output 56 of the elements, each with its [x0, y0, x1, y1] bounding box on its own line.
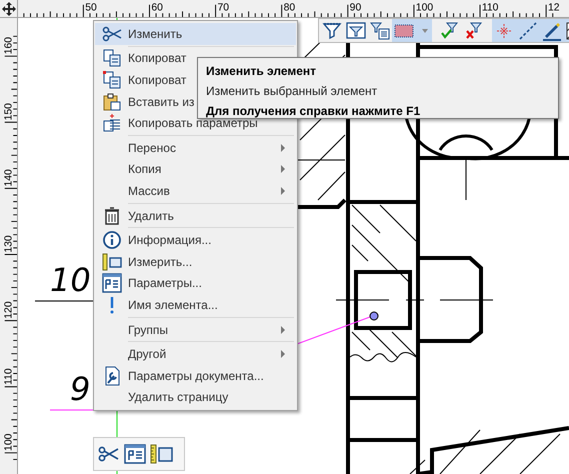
dimension-text: 10 [50, 261, 91, 299]
menu-item[interactable]: Копия [95, 158, 296, 180]
list-icon [102, 113, 122, 134]
ruler-label: 110 [3, 368, 14, 385]
ruler-label: 80 [284, 2, 296, 14]
menu-item[interactable]: Группы [95, 318, 296, 340]
menu-item[interactable]: Массив [95, 180, 296, 202]
menu-item[interactable]: Другой [95, 343, 296, 365]
scissors-icon[interactable] [98, 445, 120, 463]
menu-item[interactable]: Удалить [95, 204, 296, 226]
menu-item[interactable]: Имя элемента... [95, 294, 296, 316]
ruler-label: 100 [416, 2, 434, 14]
menu-item[interactable]: Удалить страницу [95, 386, 296, 408]
funnel-check-icon [440, 20, 460, 40]
ruler-label: 70 [217, 2, 230, 14]
move-icon[interactable] [2, 2, 16, 16]
paste-icon [102, 92, 122, 112]
ruler-label: 90 [350, 2, 362, 14]
panel-icon[interactable] [124, 444, 146, 464]
tooltip-hint: Для получения справки нажмите F1 [206, 103, 422, 119]
ruler-label: 60 [151, 2, 163, 14]
tooltip-text: Изменить выбранный элемент [206, 83, 378, 99]
funnel-list-icon [370, 20, 390, 40]
ruler-icon[interactable] [150, 444, 174, 464]
ruler-label: 100 [3, 434, 14, 451]
ruler-label: 110 [482, 2, 498, 14]
ruler-label: 160 [3, 36, 14, 54]
ruler-label: 150 [3, 103, 14, 120]
menu-item[interactable]: Параметры... [95, 272, 296, 294]
ruler-label: 50 [85, 2, 97, 14]
toolbar-button[interactable] [540, 19, 564, 42]
ruler-icon [102, 252, 122, 272]
panel-icon [102, 273, 122, 294]
dimension-text: 9 [70, 370, 90, 408]
copy-icon [102, 70, 122, 90]
menu-item[interactable]: Изменить [95, 23, 296, 45]
exclamation-icon [110, 296, 114, 314]
caret-icon [420, 28, 430, 34]
tooltip-title: Изменить элемент [206, 63, 318, 79]
dashed-line-icon [518, 20, 538, 40]
ruler-label: 130 [3, 235, 14, 253]
pen-icon [542, 20, 562, 40]
menu-item[interactable]: Параметры документа... [95, 364, 296, 386]
ruler-label: 120 [3, 301, 14, 319]
funnel-cross-icon [464, 20, 484, 40]
info-icon [102, 230, 122, 250]
ruler-label: 140 [3, 169, 14, 186]
menu-item[interactable]: Измерить... [95, 250, 296, 273]
funnel-window-icon [346, 20, 366, 40]
funnel-icon [322, 20, 342, 40]
copy-icon [102, 48, 122, 68]
menu-item[interactable]: Информация... [95, 229, 296, 251]
menu-item[interactable]: Перенос [95, 136, 296, 159]
ruler-label: 12 [548, 2, 560, 14]
toolbar-button[interactable] [392, 19, 432, 42]
snap-point[interactable] [370, 312, 378, 320]
